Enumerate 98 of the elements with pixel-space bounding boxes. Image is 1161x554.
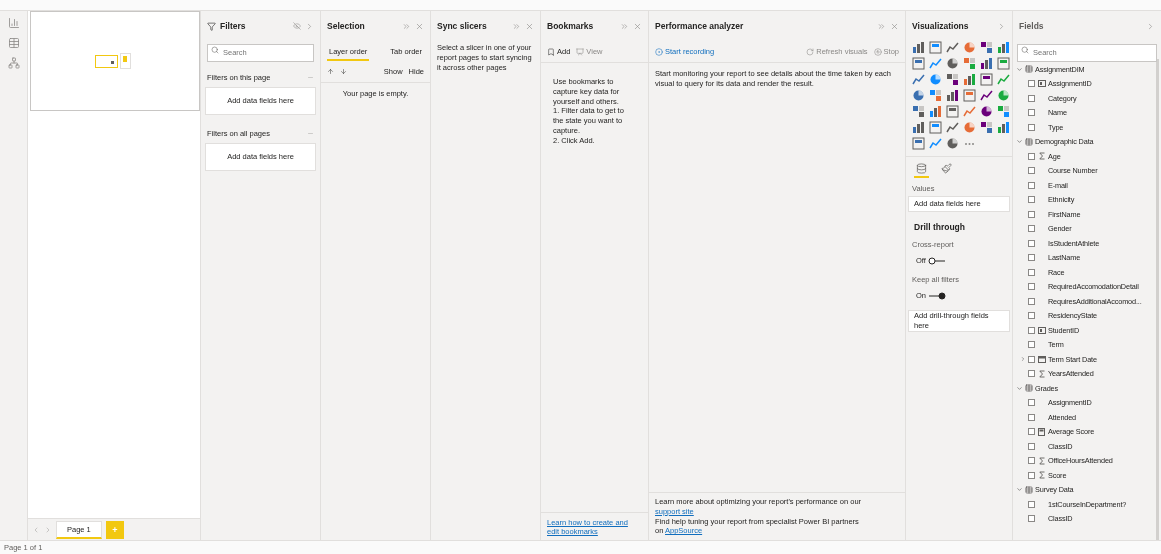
visual-type-icon[interactable]: [912, 121, 925, 134]
checkbox[interactable]: [1028, 341, 1035, 349]
expand-icon[interactable]: [1016, 138, 1023, 146]
visual-type-icon[interactable]: [912, 89, 925, 102]
checkbox[interactable]: [1028, 413, 1035, 421]
table-icon: [1025, 137, 1033, 146]
checkbox[interactable]: [1028, 500, 1035, 508]
filter-icon: [207, 21, 216, 31]
checkbox[interactable]: [1028, 254, 1035, 262]
checkbox[interactable]: [1028, 196, 1035, 204]
model-view-icon[interactable]: [7, 57, 20, 69]
visual-type-icon[interactable]: [980, 121, 993, 134]
checkbox[interactable]: [1028, 123, 1035, 131]
paint-roller-icon: [941, 163, 952, 174]
visual-type-icon[interactable]: [997, 41, 1010, 54]
close-icon[interactable]: [415, 21, 424, 31]
record-icon: [655, 47, 663, 56]
fields-icon: [916, 163, 927, 174]
pane-title: Fields: [1019, 21, 1045, 31]
table-icon: [1025, 65, 1033, 74]
section-title: Drill through: [914, 222, 966, 232]
checkbox[interactable]: [1028, 370, 1035, 378]
switch-icon: [928, 291, 946, 300]
calculator-icon: [1038, 427, 1045, 436]
visual-type-icon[interactable]: [946, 105, 959, 118]
checkbox[interactable]: [1028, 312, 1035, 320]
checkbox[interactable]: [1028, 297, 1035, 305]
visual-type-icon[interactable]: [912, 73, 925, 86]
report-view-icon[interactable]: [7, 17, 20, 29]
move-down-icon[interactable]: [340, 68, 347, 75]
bookmark-icon: [547, 47, 555, 56]
pane-title: Bookmarks: [547, 21, 595, 31]
pane-title: Sync slicers: [437, 21, 488, 31]
stop-icon: [873, 47, 882, 56]
visual-type-icon[interactable]: [980, 57, 993, 70]
checkbox[interactable]: [1028, 283, 1035, 291]
visual-type-icon[interactable]: [980, 105, 993, 118]
checkbox[interactable]: [1028, 442, 1035, 450]
visual-type-icon[interactable]: [946, 137, 959, 150]
visual-type-icon[interactable]: [946, 41, 959, 54]
pane-title: Filters: [220, 21, 247, 31]
pane-title: Visualizations: [912, 21, 970, 31]
checkbox[interactable]: [1028, 94, 1035, 102]
pane-title: Performance analyzer: [655, 21, 745, 31]
checkbox[interactable]: [1028, 109, 1035, 117]
close-icon[interactable]: [525, 21, 534, 31]
visual-type-icon[interactable]: [997, 121, 1010, 134]
visual-type-icon[interactable]: [980, 41, 993, 54]
checkbox[interactable]: [1028, 399, 1035, 407]
eye-off-icon[interactable]: [293, 22, 301, 30]
id-card-icon: [1037, 326, 1046, 334]
checkbox[interactable]: [1028, 152, 1035, 160]
id-card-icon: [1037, 80, 1046, 88]
checkbox[interactable]: [1028, 471, 1035, 479]
visual-type-icon[interactable]: [963, 73, 976, 86]
expand-icon[interactable]: [1016, 486, 1023, 494]
visual-type-icon[interactable]: [912, 137, 925, 150]
table-view-icon[interactable]: [7, 37, 20, 49]
checkbox[interactable]: [1028, 428, 1035, 436]
visual-type-icon[interactable]: [946, 121, 959, 134]
expand-icon[interactable]: [1016, 384, 1023, 392]
visual-type-icon[interactable]: [912, 41, 925, 54]
checkbox[interactable]: [1028, 239, 1035, 247]
close-icon[interactable]: [633, 21, 642, 31]
calendar-icon: [1037, 355, 1046, 364]
search-icon: [211, 46, 219, 54]
table-icon: [1025, 384, 1033, 393]
checkbox[interactable]: [1028, 326, 1035, 334]
checkbox[interactable]: [1028, 268, 1035, 276]
refresh-icon: [806, 47, 815, 56]
checkbox[interactable]: [1028, 515, 1035, 523]
visual-type-icon[interactable]: [929, 105, 942, 118]
fields-tab[interactable]: [914, 163, 929, 178]
checkbox[interactable]: [1028, 167, 1035, 175]
move-up-icon[interactable]: [327, 68, 334, 75]
search-icon: [1021, 46, 1029, 54]
visual-type-icon[interactable]: [980, 73, 993, 86]
close-icon[interactable]: [890, 21, 899, 31]
visual-type-icon[interactable]: [946, 57, 959, 70]
checkbox[interactable]: [1028, 457, 1035, 465]
switch-icon: [927, 256, 946, 265]
expand-icon[interactable]: [1020, 356, 1026, 363]
table-icon: [1025, 485, 1033, 494]
visual-type-icon[interactable]: [946, 73, 959, 86]
visual-type-icon[interactable]: [912, 57, 925, 70]
checkbox[interactable]: [1028, 210, 1035, 218]
checkbox[interactable]: [1028, 225, 1035, 233]
pane-title: Selection: [327, 21, 366, 31]
expand-icon[interactable]: [1016, 65, 1023, 73]
visual-type-icon[interactable]: [946, 89, 959, 102]
checkbox[interactable]: [1028, 355, 1035, 363]
sigma-icon: [1038, 369, 1045, 378]
checkbox[interactable]: [1028, 80, 1035, 88]
visual-type-icon[interactable]: [912, 105, 925, 118]
view-icon: [576, 47, 585, 56]
sigma-icon: [1038, 152, 1045, 161]
visual-type-icon[interactable]: [980, 89, 993, 102]
checkbox[interactable]: [1028, 181, 1035, 189]
